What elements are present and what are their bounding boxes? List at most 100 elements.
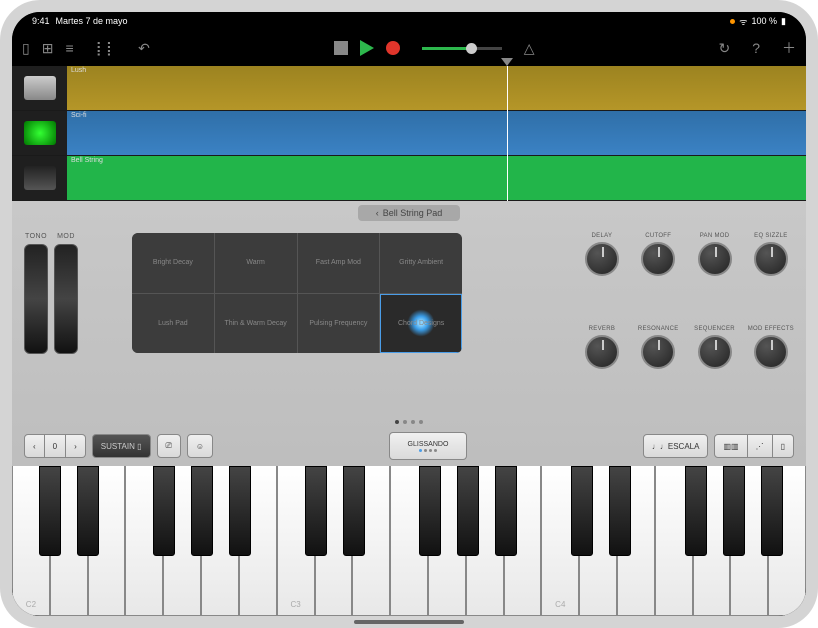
mod-wheel-label: MOD (57, 233, 75, 240)
instrument-name: Bell String Pad (383, 208, 443, 218)
track-label: Sci-fi (71, 112, 87, 119)
status-bar: 9:41 Martes 7 de mayo ᯤ 100 % ▮ (12, 12, 806, 30)
track-row[interactable]: Lush (12, 66, 806, 111)
panmod-knob[interactable] (698, 242, 732, 276)
glissando-button[interactable]: GLISSANDO (389, 432, 468, 460)
drum-machine-icon (24, 76, 56, 100)
file-icon[interactable]: ▯ (22, 40, 30, 57)
escala-button[interactable]: ♩♩ ESCALA (643, 434, 709, 458)
instrument-selector[interactable]: ‹ Bell String Pad (358, 205, 461, 221)
octave-down-button[interactable]: ‹ (24, 434, 45, 458)
black-key[interactable] (457, 466, 479, 556)
arpeggiator-button[interactable]: ⋰ (748, 434, 773, 458)
octave-display: 0 (45, 434, 66, 458)
sequencer-knob[interactable] (698, 335, 732, 369)
playhead[interactable] (507, 66, 508, 201)
battery-percent: 100 % (752, 16, 778, 26)
delay-knob[interactable] (585, 242, 619, 276)
pitch-wheel[interactable] (24, 244, 48, 354)
pitch-wheel-label: TONO (25, 233, 47, 240)
status-time: 9:41 (32, 16, 50, 26)
black-key[interactable] (343, 466, 365, 556)
instrument-panel: ‹ Bell String Pad TONO MOD Bright (12, 201, 806, 616)
track-label: Lush (71, 67, 86, 74)
modeffects-knob[interactable] (754, 335, 788, 369)
split-button[interactable]: ▯ (773, 434, 794, 458)
keyboard-icon (24, 166, 56, 190)
knob-label: RESONANCE (638, 326, 679, 332)
black-key[interactable] (153, 466, 175, 556)
keyboard-view-button[interactable]: ▥▥ (714, 434, 747, 458)
black-key[interactable] (761, 466, 783, 556)
undo-icon[interactable]: ↶ (138, 40, 150, 57)
track-label: Bell String (71, 157, 103, 164)
key-label: C4 (555, 600, 565, 609)
preset-button[interactable]: Warm (215, 233, 297, 293)
mixer-icon[interactable]: ⡇⡇ (96, 40, 117, 57)
octave-up-button[interactable]: › (66, 434, 86, 458)
knob-label: EQ SIZZLE (754, 233, 787, 239)
sustain-button[interactable]: SUSTAIN ▯ (92, 434, 151, 458)
toolbar: ▯ ⊞ ≡ ⡇⡇ ↶ △ ↻ ? ＋ (12, 30, 806, 66)
black-key[interactable] (419, 466, 441, 556)
keyboard-layout-button[interactable]: ⎚ (157, 434, 181, 458)
tracks-area: Lush Sci-fi Bell String (12, 66, 806, 201)
preset-button[interactable]: Pulsing Frequency (298, 294, 380, 354)
resonance-knob[interactable] (641, 335, 675, 369)
black-key[interactable] (191, 466, 213, 556)
black-key[interactable] (495, 466, 517, 556)
key-label: C3 (290, 600, 300, 609)
knob-grid: DELAY CUTOFF PAN MOD EQ SIZZLE REVERB RE… (579, 233, 794, 410)
preset-button[interactable]: Bright Decay (132, 233, 214, 293)
black-key[interactable] (39, 466, 61, 556)
face-button[interactable]: ☺ (187, 434, 213, 458)
page-indicator[interactable] (12, 418, 806, 426)
wifi-icon: ᯤ (739, 15, 747, 28)
knob-label: PAN MOD (700, 233, 730, 239)
loop-icon[interactable]: ↻ (718, 40, 730, 57)
reverb-knob[interactable] (585, 335, 619, 369)
black-key[interactable] (723, 466, 745, 556)
piano-keyboard: C2 C3 C4 (12, 466, 806, 616)
preset-button[interactable]: Fast Amp Mod (298, 233, 380, 293)
knob-label: CUTOFF (645, 233, 671, 239)
mod-wheel[interactable] (54, 244, 78, 354)
status-date: Martes 7 de mayo (56, 16, 128, 26)
black-key[interactable] (685, 466, 707, 556)
track-region[interactable] (67, 156, 806, 200)
knob-label: MOD EFFECTS (748, 326, 794, 332)
preset-button[interactable]: Lush Pad (132, 294, 214, 354)
preset-button[interactable]: Gritty Ambient (380, 233, 462, 293)
black-key[interactable] (229, 466, 251, 556)
knob-label: SEQUENCER (694, 326, 735, 332)
preset-grid: Bright Decay Warm Fast Amp Mod Gritty Am… (132, 233, 462, 353)
add-icon[interactable]: ＋ (782, 38, 796, 58)
black-key[interactable] (305, 466, 327, 556)
play-button[interactable] (360, 40, 374, 56)
preset-button[interactable]: Thin & Warm Decay (215, 294, 297, 354)
location-dot (730, 19, 735, 24)
record-button[interactable] (386, 41, 400, 55)
track-row[interactable]: Sci-fi (12, 111, 806, 156)
battery-icon: ▮ (781, 16, 786, 27)
cutoff-knob[interactable] (641, 242, 675, 276)
preset-button[interactable]: Chord Designs (380, 294, 462, 354)
knob-label: REVERB (589, 326, 615, 332)
black-key[interactable] (609, 466, 631, 556)
browser-icon[interactable]: ⊞ (42, 40, 54, 57)
eqsizzle-knob[interactable] (754, 242, 788, 276)
knob-label: DELAY (592, 233, 613, 239)
track-row[interactable]: Bell String (12, 156, 806, 201)
metronome-icon[interactable]: △ (524, 40, 535, 57)
help-icon[interactable]: ? (752, 40, 760, 56)
view-icon[interactable]: ≡ (65, 40, 73, 56)
black-key[interactable] (77, 466, 99, 556)
chevron-left-icon: ‹ (376, 208, 379, 218)
volume-slider[interactable] (422, 47, 502, 50)
stop-button[interactable] (334, 41, 348, 55)
track-region[interactable] (67, 66, 806, 110)
track-region[interactable] (67, 111, 806, 155)
black-key[interactable] (571, 466, 593, 556)
ufo-icon (24, 121, 56, 145)
key-label: C2 (26, 600, 36, 609)
